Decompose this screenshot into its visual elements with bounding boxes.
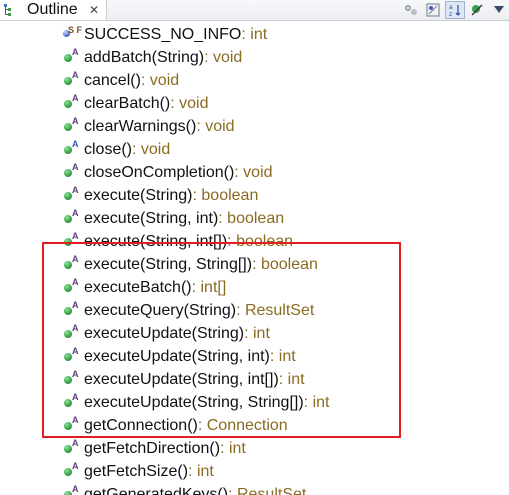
tree-item[interactable]: AcloseOnCompletion() : void: [62, 162, 273, 184]
public-abstract-method-icon: A: [62, 162, 84, 184]
member-type: : void: [140, 72, 180, 89]
public-abstract-method-icon: A: [62, 70, 84, 92]
member-name: execute(String): [84, 187, 193, 204]
public-abstract-method-icon: A: [62, 116, 84, 138]
modifier-overlay-icon: A: [72, 231, 79, 241]
outline-view: Outline ✕ a z S F SUCCESS_NO_INFO: int …: [0, 0, 509, 495]
member-name: execute(String, int): [84, 210, 219, 227]
visibility-dot-icon: [64, 215, 72, 223]
tree-item[interactable]: AaddBatch(String) : void: [62, 47, 242, 69]
outline-view-icon: [3, 3, 17, 17]
modifier-overlay-icon: A: [72, 116, 79, 126]
static-final-field-icon: S F: [62, 24, 84, 46]
visibility-dot-icon: [64, 169, 72, 177]
tree-item[interactable]: Acancel() : void: [62, 70, 179, 92]
tree-item[interactable]: Aclose() : void: [62, 139, 170, 161]
public-abstract-method-icon: A: [62, 438, 84, 460]
visibility-dot-icon: [64, 445, 72, 453]
modifier-overlay-icon: A: [72, 162, 79, 172]
member-name: clearWarnings(): [84, 118, 197, 135]
member-name: addBatch(String): [84, 49, 205, 66]
tab-outline[interactable]: Outline ✕: [0, 0, 107, 20]
hide-fields-icon[interactable]: [423, 1, 443, 19]
visibility-dot-icon: [64, 54, 72, 62]
visibility-dot-icon: [64, 100, 72, 108]
visibility-dot-icon: [64, 123, 72, 131]
tree-item[interactable]: Aexecute(String) : boolean: [62, 185, 258, 207]
member-type: : boolean: [192, 187, 259, 204]
public-abstract-method-icon: A: [62, 461, 84, 483]
public-abstract-method-icon: A: [62, 93, 84, 115]
tree-item[interactable]: AclearBatch() : void: [62, 93, 209, 115]
member-name: getFetchDirection(): [84, 440, 221, 457]
member-type: : void: [196, 118, 235, 135]
member-type: : boolean: [218, 210, 285, 227]
member-type: : void: [132, 141, 171, 158]
modifier-overlay-icon: S F: [68, 25, 83, 35]
visibility-dot-icon: [64, 192, 72, 200]
public-abstract-override-method-icon: A: [62, 139, 84, 161]
public-abstract-method-icon: A: [62, 484, 84, 495]
member-type: : int: [220, 440, 246, 457]
member-type: : int: [241, 26, 268, 43]
member-type: : int: [188, 463, 214, 480]
view-toolbar: a z: [399, 0, 509, 20]
gear-cluster-icon[interactable]: [401, 1, 421, 19]
modifier-overlay-icon: A: [72, 438, 79, 448]
public-abstract-method-icon: A: [62, 47, 84, 69]
modifier-overlay-icon: A: [72, 208, 79, 218]
svg-text:z: z: [449, 11, 452, 17]
tree-item[interactable]: AgetGeneratedKeys() : ResultSet: [62, 484, 306, 495]
modifier-overlay-icon: A: [72, 93, 79, 103]
visibility-dot-icon: [64, 468, 72, 476]
modifier-overlay-icon: A: [72, 70, 79, 80]
view-tab-strip: Outline ✕ a z: [0, 0, 509, 21]
member-type: : void: [234, 164, 273, 181]
visibility-dot-icon: [64, 77, 72, 85]
member-name: closeOnCompletion(): [84, 164, 235, 181]
member-type: : void: [170, 95, 209, 112]
svg-text:a: a: [449, 4, 453, 11]
member-name: getFetchSize(): [84, 463, 189, 480]
member-type: : ResultSet: [228, 486, 307, 495]
visibility-dot-icon: [64, 491, 72, 495]
public-abstract-method-icon: A: [62, 185, 84, 207]
modifier-overlay-icon: A: [72, 139, 79, 149]
hide-non-public-icon[interactable]: [467, 1, 487, 19]
member-name: getGeneratedKeys(): [84, 486, 229, 495]
tree-item[interactable]: Aexecute(String, int) : boolean: [62, 208, 284, 230]
member-name: close(): [84, 141, 133, 158]
view-menu-icon[interactable]: [489, 1, 509, 19]
tree-item[interactable]: S F SUCCESS_NO_INFO : int: [62, 24, 267, 46]
member-type: : void: [204, 49, 243, 66]
tree-item[interactable]: AgetFetchDirection() : int: [62, 438, 246, 460]
modifier-overlay-icon: A: [72, 461, 79, 471]
modifier-overlay-icon: A: [72, 484, 79, 494]
member-name: cancel(): [84, 72, 141, 89]
visibility-dot-icon: [64, 146, 72, 154]
public-abstract-method-icon: A: [62, 208, 84, 230]
member-name: clearBatch(): [84, 95, 171, 112]
tree-item[interactable]: AgetFetchSize() : int: [62, 461, 214, 483]
modifier-overlay-icon: A: [72, 185, 79, 195]
tab-label: Outline: [27, 1, 78, 18]
member-name: SUCCESS_NO_INFO: [84, 26, 242, 43]
tree-item[interactable]: AclearWarnings() : void: [62, 116, 235, 138]
close-icon[interactable]: ✕: [89, 1, 99, 19]
highlight-box: [42, 242, 401, 438]
sort-az-icon[interactable]: a z: [445, 1, 465, 19]
modifier-overlay-icon: A: [72, 47, 79, 57]
